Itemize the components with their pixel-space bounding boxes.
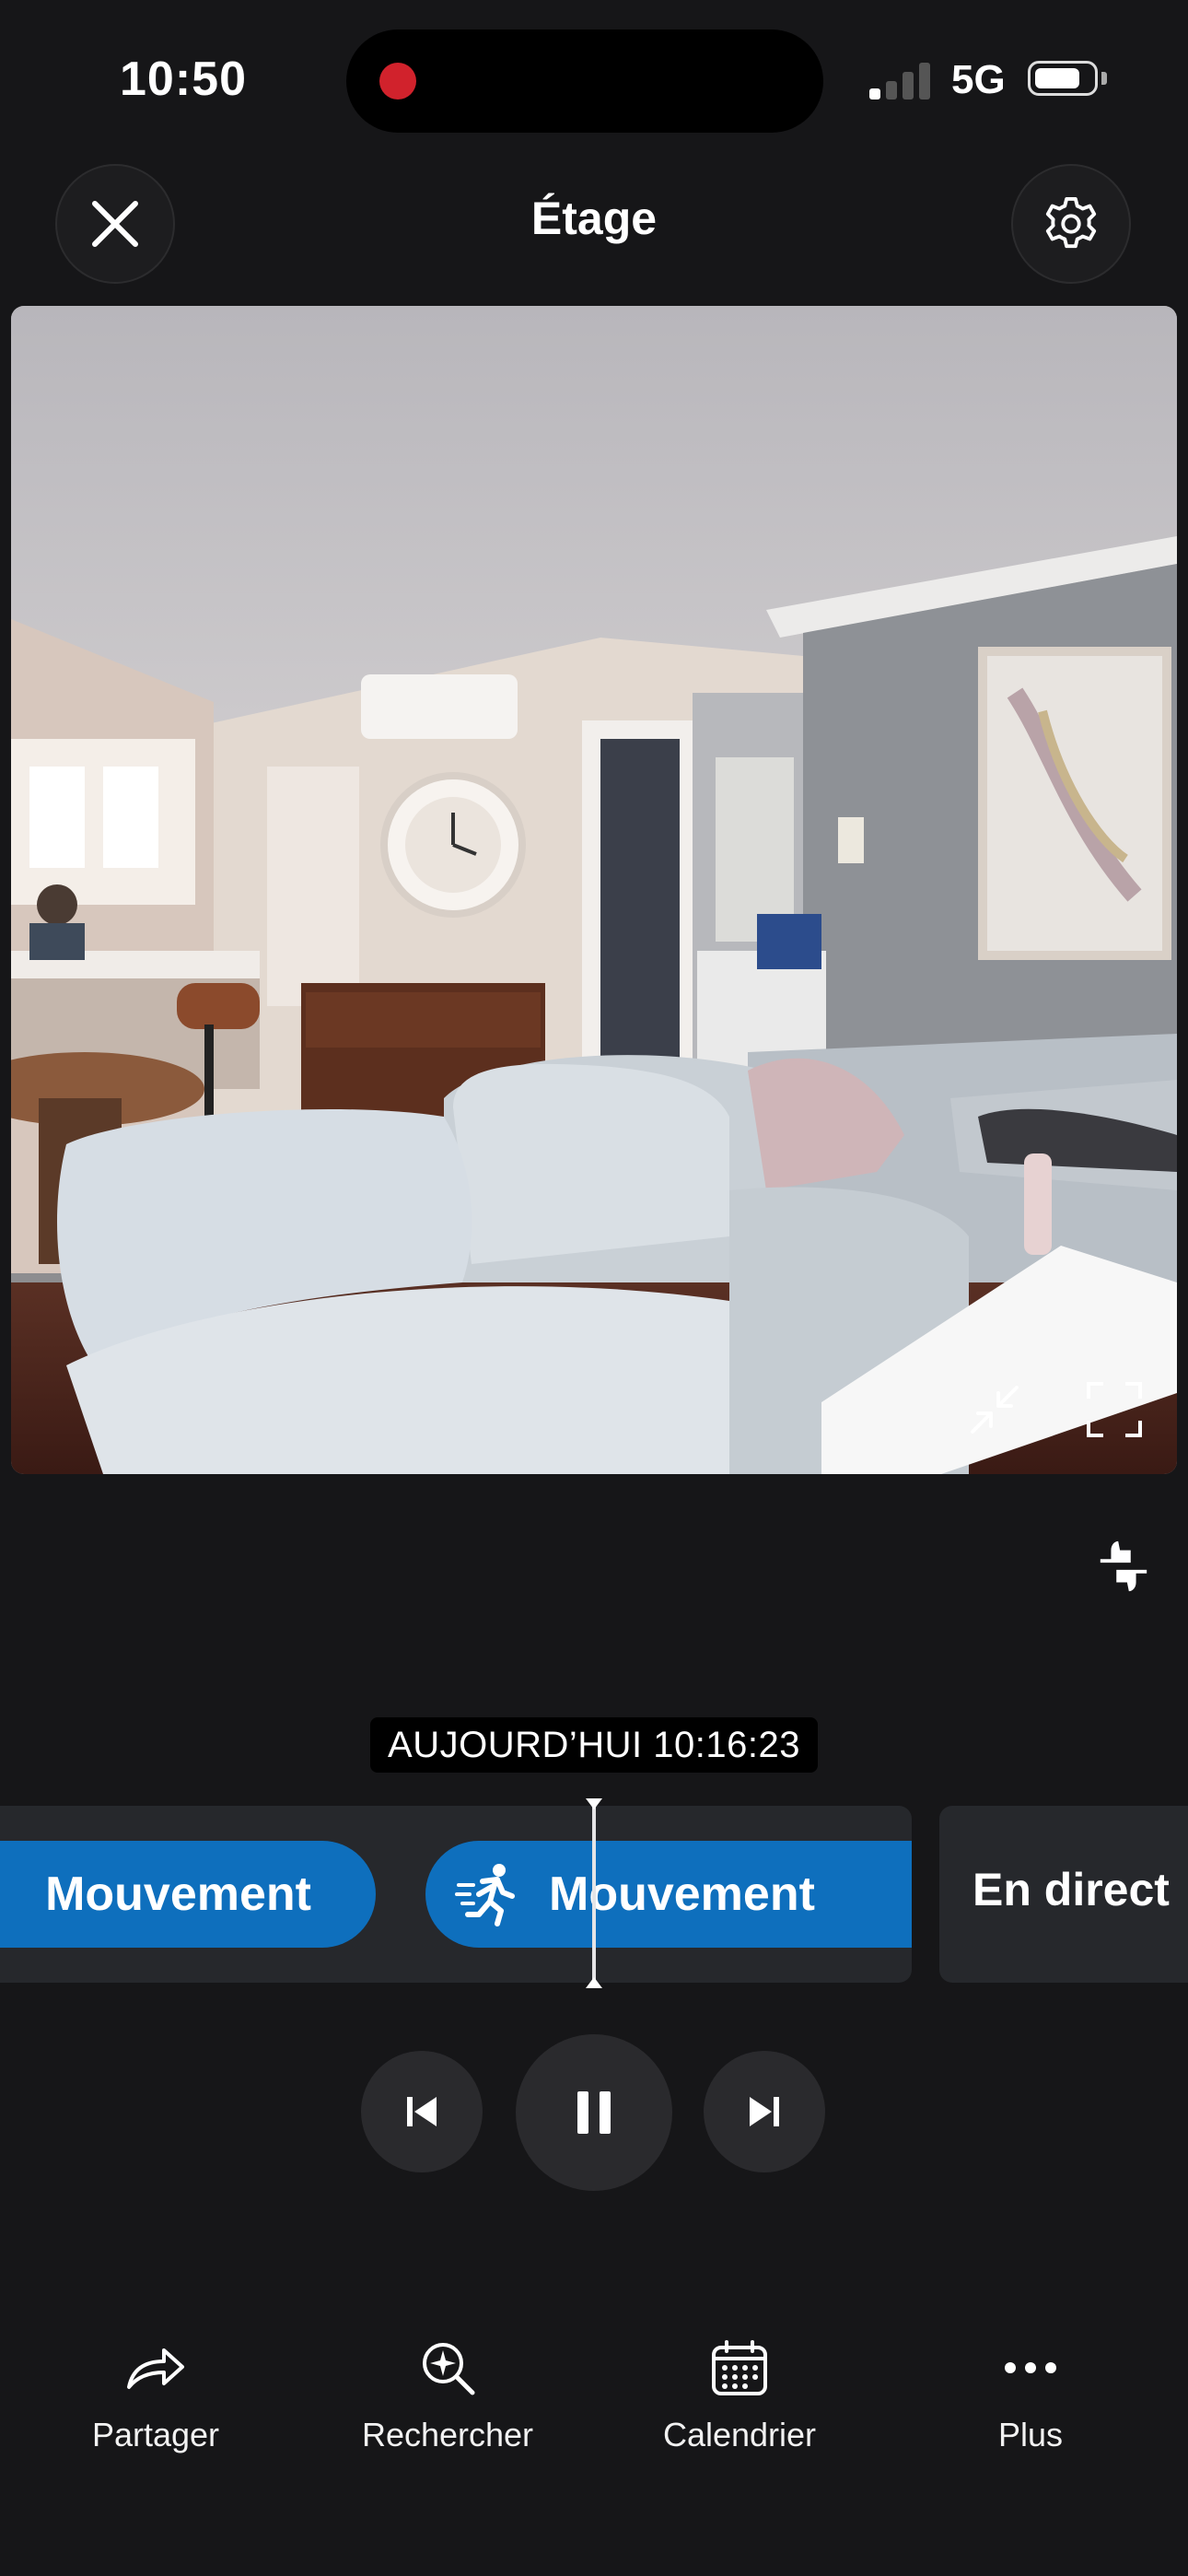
- recording-indicator-icon: [379, 63, 416, 100]
- living-room-scene: [11, 306, 1177, 1474]
- next-event-button[interactable]: [704, 2051, 825, 2172]
- event-label: Mouvement: [549, 1868, 815, 1921]
- settings-button[interactable]: [1011, 164, 1131, 284]
- nav-label: Plus: [997, 2416, 1064, 2453]
- skip-next-icon: [750, 2097, 779, 2126]
- camera-event-screen: 10:50 5G Étage AUJOURD’HUI 10:16:23 Mouv…: [0, 0, 1188, 2576]
- timeline-playhead[interactable]: [592, 1798, 596, 1988]
- camera-video-feed[interactable]: [11, 306, 1177, 1474]
- previous-event-button[interactable]: [361, 2051, 483, 2172]
- live-label[interactable]: En direct: [973, 1863, 1170, 1916]
- playhead-bottom-marker: [586, 1977, 602, 1988]
- skip-previous-icon: [407, 2097, 437, 2126]
- shrink-icon: [971, 1386, 1019, 1434]
- thumbs-feedback-icon: [1100, 1540, 1147, 1592]
- nav-search[interactable]: Rechercher: [337, 2331, 558, 2454]
- expand-icon: [1087, 1382, 1142, 1437]
- nav-label: Partager: [91, 2416, 220, 2453]
- running-person-icon: [451, 1857, 525, 1931]
- playhead-top-marker: [586, 1798, 602, 1809]
- nav-more[interactable]: Plus: [920, 2331, 1141, 2454]
- nav-label: Rechercher: [361, 2416, 534, 2453]
- event-timestamp: AUJOURD’HUI 10:16:23: [370, 1717, 818, 1773]
- network-type: 5G: [951, 57, 1006, 102]
- gear-icon: [1045, 196, 1097, 249]
- nav-label: Calendrier: [662, 2416, 817, 2453]
- event-label: Mouvement: [45, 1868, 311, 1921]
- event-clip-previous[interactable]: Mouvement: [0, 1841, 376, 1948]
- shrink-view-button[interactable]: [958, 1373, 1031, 1446]
- nav-calendar[interactable]: Calendrier: [629, 2331, 850, 2454]
- calendar-icon: [629, 2331, 850, 2405]
- more-icon: [920, 2331, 1141, 2405]
- feedback-button[interactable]: [1087, 1529, 1160, 1603]
- fullscreen-button[interactable]: [1077, 1373, 1151, 1446]
- nav-share[interactable]: Partager: [45, 2331, 266, 2454]
- status-time: 10:50: [120, 53, 247, 106]
- cellular-signal-icon: [869, 61, 934, 100]
- battery-icon: [1028, 61, 1098, 96]
- page-title: Étage: [530, 193, 658, 244]
- pause-icon: [577, 2091, 611, 2134]
- battery-cap: [1101, 72, 1107, 85]
- smart-search-icon: [337, 2331, 558, 2405]
- share-icon: [45, 2331, 266, 2405]
- dynamic-island: [346, 29, 823, 133]
- pause-button[interactable]: [516, 2034, 672, 2191]
- event-clip-current[interactable]: Mouvement: [425, 1841, 912, 1948]
